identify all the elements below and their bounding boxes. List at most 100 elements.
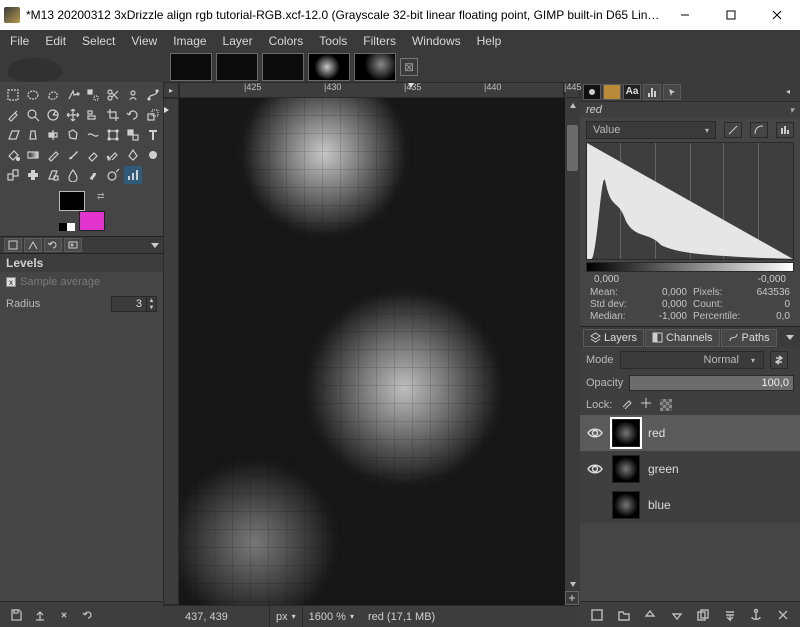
opacity-slider[interactable]: 100,0 bbox=[629, 375, 794, 391]
tool-gradient[interactable] bbox=[24, 146, 42, 164]
tool-cage[interactable] bbox=[64, 126, 82, 144]
tool-mypaint-brush[interactable] bbox=[144, 146, 162, 164]
lock-alpha-icon[interactable] bbox=[660, 399, 672, 411]
tool-zoom[interactable] bbox=[24, 106, 42, 124]
dock-tab-images[interactable] bbox=[64, 238, 82, 252]
image-tab-5-active[interactable] bbox=[354, 53, 396, 81]
menu-edit[interactable]: Edit bbox=[37, 31, 74, 51]
tool-warp[interactable] bbox=[84, 126, 102, 144]
tab-layers[interactable]: Layers bbox=[583, 329, 644, 347]
tool-scissors[interactable] bbox=[104, 86, 122, 104]
menu-image[interactable]: Image bbox=[165, 31, 214, 51]
image-canvas[interactable] bbox=[179, 98, 565, 605]
tool-fuzzy-select[interactable] bbox=[64, 86, 82, 104]
reset-preset-icon[interactable] bbox=[80, 607, 96, 623]
layer-row-blue[interactable]: blue bbox=[580, 487, 800, 523]
tool-blur-sharpen[interactable] bbox=[64, 166, 82, 184]
tool-foreground-select[interactable] bbox=[124, 86, 142, 104]
tool-rotate[interactable] bbox=[124, 106, 142, 124]
layer-name-green[interactable]: green bbox=[648, 462, 679, 476]
histogram-plot[interactable] bbox=[586, 142, 794, 260]
tool-color-picker[interactable] bbox=[4, 106, 22, 124]
tab-paths[interactable]: Paths bbox=[721, 329, 777, 347]
menu-view[interactable]: View bbox=[123, 31, 165, 51]
radius-value[interactable]: 3 bbox=[112, 297, 146, 311]
tool-scale[interactable] bbox=[144, 106, 162, 124]
new-layer-group-icon[interactable] bbox=[615, 606, 633, 624]
tool-airbrush[interactable] bbox=[104, 146, 122, 164]
ruler-origin-toggle[interactable]: ▸ bbox=[163, 82, 179, 98]
tool-levels[interactable] bbox=[124, 166, 142, 184]
tool-dodge-burn[interactable] bbox=[104, 166, 122, 184]
scroll-down-icon[interactable] bbox=[565, 576, 580, 591]
scroll-up-icon[interactable] bbox=[565, 98, 580, 113]
delete-layer-icon[interactable] bbox=[774, 606, 792, 624]
menu-file[interactable]: File bbox=[2, 31, 37, 51]
layer-row-red[interactable]: red bbox=[580, 415, 800, 451]
tab-fonts-icon[interactable]: Aa bbox=[623, 84, 641, 100]
image-tab-close[interactable]: ⊠ bbox=[400, 58, 418, 76]
right-dock-menu-icon[interactable]: ◂ bbox=[779, 84, 797, 100]
layers-dock-menu-icon[interactable] bbox=[786, 335, 794, 340]
histogram-rgb-icon[interactable] bbox=[776, 122, 794, 138]
dock-tab-device-status[interactable] bbox=[24, 238, 42, 252]
histogram-linear-icon[interactable] bbox=[724, 122, 742, 138]
menu-filters[interactable]: Filters bbox=[355, 31, 404, 51]
tool-move[interactable] bbox=[64, 106, 82, 124]
mode-combo[interactable]: Normal▾ bbox=[620, 351, 764, 369]
tool-shear[interactable] bbox=[4, 126, 22, 144]
swap-colors-icon[interactable]: ⇄ bbox=[97, 191, 105, 202]
tab-histogram-icon[interactable] bbox=[643, 84, 661, 100]
image-tab-4[interactable] bbox=[308, 53, 350, 81]
layer-name-blue[interactable]: blue bbox=[648, 498, 671, 512]
window-minimize[interactable] bbox=[662, 0, 708, 30]
save-preset-icon[interactable] bbox=[8, 607, 24, 623]
menu-colors[interactable]: Colors bbox=[261, 31, 312, 51]
tool-unified-transform[interactable] bbox=[104, 126, 122, 144]
tool-free-select[interactable] bbox=[44, 86, 62, 104]
scroll-thumb-v[interactable] bbox=[567, 125, 578, 171]
tool-by-color-select[interactable] bbox=[84, 86, 102, 104]
layer-name-red[interactable]: red bbox=[648, 426, 665, 440]
dock-tab-undo-history[interactable] bbox=[44, 238, 62, 252]
histogram-log-icon[interactable] bbox=[750, 122, 768, 138]
tab-brushes-icon[interactable] bbox=[583, 84, 601, 100]
tool-smudge[interactable] bbox=[84, 166, 102, 184]
menu-help[interactable]: Help bbox=[469, 31, 510, 51]
tool-handle-transform[interactable] bbox=[124, 126, 142, 144]
layer-row-green[interactable]: green bbox=[580, 451, 800, 487]
raise-layer-icon[interactable] bbox=[641, 606, 659, 624]
tool-flip[interactable] bbox=[44, 126, 62, 144]
tool-paintbrush[interactable] bbox=[64, 146, 82, 164]
menu-windows[interactable]: Windows bbox=[404, 31, 469, 51]
dock-tab-tool-options[interactable] bbox=[4, 238, 22, 252]
delete-preset-icon[interactable] bbox=[56, 607, 72, 623]
tool-clone[interactable] bbox=[4, 166, 22, 184]
tool-paths[interactable] bbox=[144, 86, 162, 104]
window-close[interactable] bbox=[754, 0, 800, 30]
duplicate-layer-icon[interactable] bbox=[694, 606, 712, 624]
tool-heal[interactable] bbox=[24, 166, 42, 184]
image-tab-2[interactable] bbox=[216, 53, 258, 81]
restore-preset-icon[interactable] bbox=[32, 607, 48, 623]
histogram-scale-combo[interactable]: Value▾ bbox=[586, 121, 716, 139]
tool-text[interactable] bbox=[144, 126, 162, 144]
radius-down-icon[interactable]: ▼ bbox=[146, 304, 156, 311]
default-colors-icon[interactable] bbox=[59, 223, 75, 231]
tool-ink[interactable] bbox=[124, 146, 142, 164]
image-tab-1[interactable] bbox=[170, 53, 212, 81]
mode-switch-icon[interactable] bbox=[770, 351, 788, 369]
merge-down-icon[interactable] bbox=[721, 606, 739, 624]
menu-tools[interactable]: Tools bbox=[311, 31, 355, 51]
vertical-scrollbar[interactable] bbox=[565, 98, 580, 605]
dock-menu-icon[interactable] bbox=[151, 243, 159, 248]
tool-bucket-fill[interactable] bbox=[4, 146, 22, 164]
foreground-color[interactable] bbox=[59, 191, 85, 211]
lock-pixels-icon[interactable] bbox=[620, 397, 632, 412]
new-layer-icon[interactable] bbox=[588, 606, 606, 624]
visibility-toggle-green[interactable] bbox=[586, 463, 604, 475]
menu-layer[interactable]: Layer bbox=[215, 31, 261, 51]
tool-pencil[interactable] bbox=[44, 146, 62, 164]
histogram-gradient[interactable] bbox=[586, 262, 794, 272]
anchor-layer-icon[interactable] bbox=[747, 606, 765, 624]
